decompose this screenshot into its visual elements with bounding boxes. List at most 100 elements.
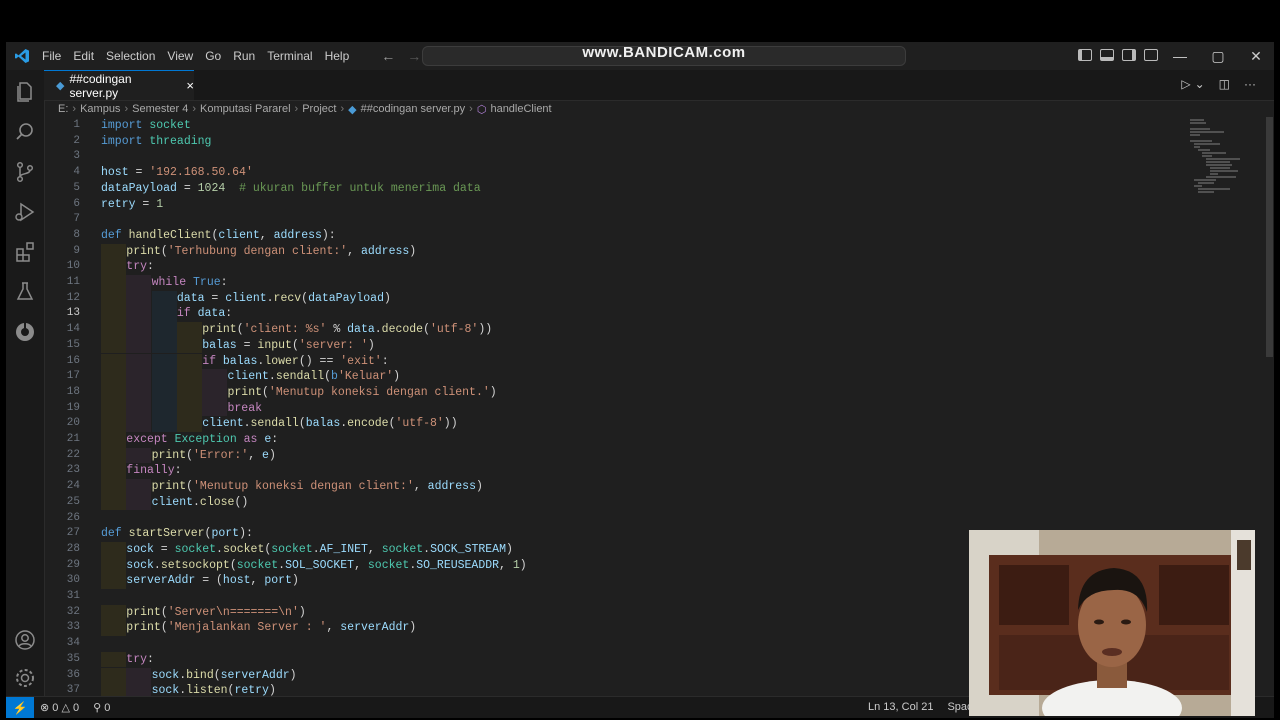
more-actions-icon[interactable]: ··· xyxy=(1244,77,1256,91)
breadcrumb-project[interactable]: Project xyxy=(302,103,336,115)
code-token: input xyxy=(257,338,292,352)
code-token: ) xyxy=(505,542,513,556)
breadcrumb-file[interactable]: ##codingan server.py xyxy=(361,103,466,115)
editor-scrollbar[interactable] xyxy=(1266,117,1273,357)
indent-guide xyxy=(101,447,126,464)
code-token: ( xyxy=(160,244,168,258)
account-icon[interactable] xyxy=(13,628,37,652)
close-window-icon[interactable]: ✕ xyxy=(1237,42,1274,70)
remote-explorer-icon[interactable] xyxy=(13,320,37,344)
code-line[interactable]: print('Terhubung dengan client:', addres… xyxy=(126,244,416,260)
code-line[interactable]: print('Menjalankan Server : ', serverAdd… xyxy=(126,620,416,636)
indent-guide xyxy=(151,416,177,432)
code-token: while xyxy=(151,276,187,289)
minimap[interactable] xyxy=(1188,117,1258,197)
tab-codingan-server[interactable]: ◆ ##codingan server.py × xyxy=(44,70,194,100)
code-line[interactable]: client.sendall(b'Keluar') xyxy=(228,369,401,385)
code-line[interactable]: retry = 1 xyxy=(101,197,163,213)
tab-close-icon[interactable]: × xyxy=(186,78,194,93)
menu-help[interactable]: Help xyxy=(319,49,356,63)
run-debug-icon[interactable] xyxy=(13,200,37,224)
split-editor-icon[interactable]: ◫ xyxy=(1219,77,1230,91)
code-line[interactable]: print('Server\n=======\n') xyxy=(126,605,305,621)
code-token: . xyxy=(153,558,161,572)
indent-guide xyxy=(151,353,177,370)
menu-file[interactable]: File xyxy=(36,49,67,63)
code-token: def xyxy=(101,527,122,541)
code-token: . xyxy=(216,542,223,556)
problems-indicator[interactable]: ⊗ 0 △ 0 xyxy=(40,701,79,714)
menu-edit[interactable]: Edit xyxy=(67,49,100,63)
code-token: )) xyxy=(443,417,458,431)
run-python-file-icon[interactable]: ▷ xyxy=(1181,77,1190,91)
code-token: if xyxy=(202,354,216,368)
line-number: 10 xyxy=(66,260,80,273)
indent-guide xyxy=(151,306,177,323)
menu-terminal[interactable]: Terminal xyxy=(261,49,318,63)
line-number: 32 xyxy=(66,605,80,618)
code-line[interactable]: dataPayload = 1024 # ukuran buffer untuk… xyxy=(101,181,481,197)
indent-guide xyxy=(176,322,202,338)
testing-icon[interactable] xyxy=(13,280,37,304)
code-line[interactable]: print('Error:', e) xyxy=(152,448,276,464)
minimize-icon[interactable]: — xyxy=(1161,42,1199,70)
code-line[interactable]: sock = socket.socket(socket.AF_INET, soc… xyxy=(126,542,513,558)
menu-selection[interactable]: Selection xyxy=(100,49,161,63)
code-line[interactable]: try: xyxy=(126,652,154,668)
menu-view[interactable]: View xyxy=(161,49,199,63)
code-line[interactable]: try: xyxy=(126,259,154,275)
code-token: ( xyxy=(229,558,237,572)
breadcrumb-symbol[interactable]: handleClient xyxy=(490,103,551,115)
code-line[interactable]: if data: xyxy=(177,306,232,322)
code-line[interactable]: client.close() xyxy=(152,495,249,511)
code-line[interactable]: balas = input('server: ') xyxy=(202,338,375,354)
cursor-position[interactable]: Ln 13, Col 21 xyxy=(868,701,933,713)
settings-gear-icon[interactable] xyxy=(13,666,37,690)
maximize-icon[interactable]: ▢ xyxy=(1199,42,1237,70)
code-line[interactable]: sock.bind(serverAddr) xyxy=(152,668,297,684)
code-line[interactable]: while True: xyxy=(152,275,228,291)
breadcrumb-kampus[interactable]: Kampus xyxy=(80,103,120,115)
command-center[interactable]: www.BANDICAM.com xyxy=(422,44,906,66)
code-token: serverAddr xyxy=(220,668,290,682)
code-line[interactable]: client.sendall(balas.encode('utf-8')) xyxy=(202,416,457,432)
code-line[interactable]: print('client: %s' % data.decode('utf-8'… xyxy=(202,322,492,338)
code-line[interactable]: import threading xyxy=(101,134,211,150)
code-line[interactable]: break xyxy=(228,401,263,417)
code-line[interactable]: def startServer(port): xyxy=(101,526,253,542)
code-line[interactable]: import socket xyxy=(101,118,191,134)
code-line[interactable]: serverAddr = (host, port) xyxy=(126,573,299,589)
code-token: socket xyxy=(367,558,410,572)
breadcrumb-separator-icon: › xyxy=(192,103,197,115)
toggle-primary-sidebar-icon[interactable] xyxy=(1078,49,1092,61)
code-line[interactable]: print('Menutup koneksi dengan client:', … xyxy=(152,479,483,495)
code-line[interactable]: except Exception as e: xyxy=(126,432,278,448)
code-line[interactable]: host = '192.168.50.64' xyxy=(101,165,253,181)
toggle-secondary-sidebar-icon[interactable] xyxy=(1122,49,1136,61)
breadcrumb-drive[interactable]: E: xyxy=(58,103,68,115)
explorer-icon[interactable] xyxy=(13,80,37,104)
code-line[interactable]: sock.setsockopt(socket.SOL_SOCKET, socke… xyxy=(126,558,526,574)
menu-run[interactable]: Run xyxy=(227,49,261,63)
remote-indicator-icon[interactable]: ⚡ xyxy=(6,697,34,718)
ports-indicator[interactable]: ⚲ 0 xyxy=(93,701,110,714)
code-line[interactable]: def handleClient(client, address): xyxy=(101,228,336,244)
breadcrumb-course[interactable]: Komputasi Pararel xyxy=(200,103,291,115)
search-icon[interactable] xyxy=(13,120,37,144)
code-token: except xyxy=(126,433,168,446)
code-line[interactable]: data = client.recv(dataPayload) xyxy=(177,291,391,307)
customize-layout-icon[interactable] xyxy=(1144,49,1158,61)
breadcrumb-separator-icon: › xyxy=(294,103,299,115)
nav-forward-icon[interactable]: → xyxy=(407,48,421,64)
run-dropdown-icon[interactable]: ⌄ xyxy=(1195,77,1205,91)
nav-back-icon[interactable]: ← xyxy=(381,48,395,64)
code-token: balas xyxy=(202,338,237,352)
menu-go[interactable]: Go xyxy=(199,49,227,63)
code-line[interactable]: finally: xyxy=(126,463,181,479)
code-line[interactable]: if balas.lower() == 'exit': xyxy=(202,354,388,370)
toggle-panel-icon[interactable] xyxy=(1100,49,1114,61)
extensions-icon[interactable] xyxy=(13,240,37,264)
breadcrumb-semester[interactable]: Semester 4 xyxy=(132,103,188,115)
code-line[interactable]: print('Menutup koneksi dengan client.') xyxy=(228,385,497,401)
source-control-icon[interactable] xyxy=(13,160,37,184)
